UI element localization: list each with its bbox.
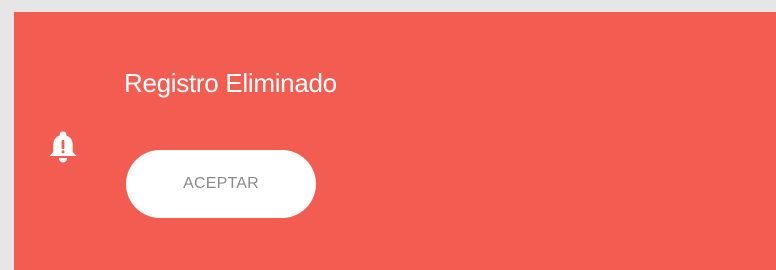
notification-message: Registro Eliminado — [124, 68, 337, 98]
alert-notification: Registro Eliminado ACEPTAR — [14, 12, 776, 270]
bell-alert-icon — [48, 130, 78, 164]
accept-button[interactable]: ACEPTAR — [126, 150, 316, 218]
